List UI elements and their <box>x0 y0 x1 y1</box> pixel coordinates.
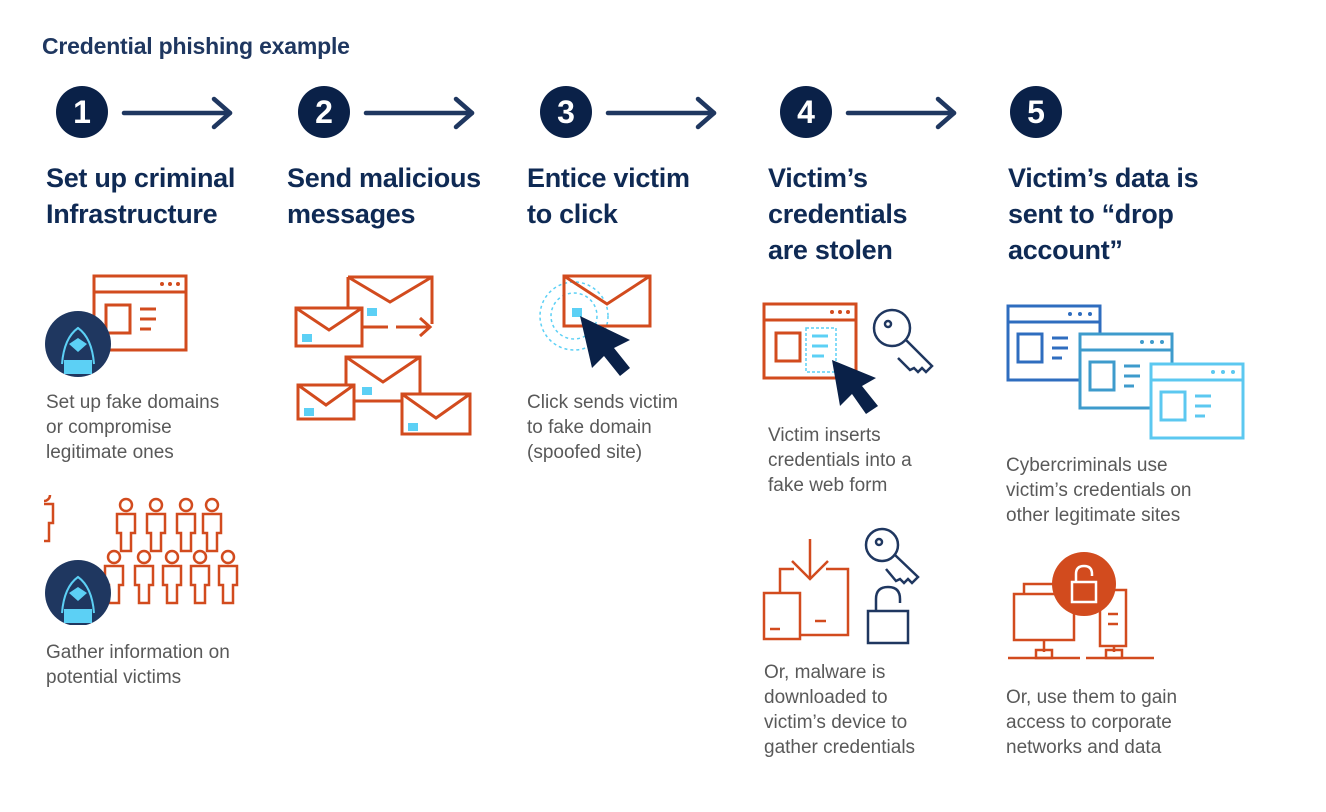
malicious-emails-icon <box>294 275 472 436</box>
step-number-badge: 4 <box>780 86 832 138</box>
arrow-right-icon <box>121 96 233 130</box>
step-heading: Entice victim to click <box>527 163 690 229</box>
email-click-cursor-icon <box>539 274 652 376</box>
multiple-websites-icon <box>1006 304 1245 440</box>
step-heading: Victim’s data is sent to “drop account” <box>1008 163 1199 265</box>
hacker-potential-victims-icon <box>44 495 239 625</box>
step-number-badge: 5 <box>1010 86 1062 138</box>
malware-download-key-lock-icon <box>762 527 920 645</box>
arrow-right-icon <box>363 96 475 130</box>
step-item-description: Cybercriminals use victim’s credentials o… <box>1006 455 1192 526</box>
step-number-badge: 2 <box>298 86 350 138</box>
step-item-description: Victim inserts credentials into a fake web… <box>768 425 912 496</box>
step-number-badge: 3 <box>540 86 592 138</box>
step-item-description: Gather information on potential victims <box>46 642 230 688</box>
hacker-fake-website-icon <box>45 274 188 377</box>
step-heading: Set up criminal Infrastructure <box>46 163 236 229</box>
arrow-right-icon <box>605 96 717 130</box>
step-heading: Victim’s credentials are stolen <box>768 163 908 265</box>
step-heading: Send malicious messages <box>287 163 481 229</box>
step-number-badge: 1 <box>56 86 108 138</box>
step-item-description: Or, malware is downloaded to victim’s devi… <box>764 662 916 758</box>
fake-web-form-key-icon <box>762 302 934 414</box>
step-item-description: Set up fake domains or compromise legitima… <box>46 392 220 463</box>
corporate-network-unlocked-icon <box>1008 552 1154 660</box>
step-item-description: Click sends victim to fake domain (spoofed… <box>527 392 678 463</box>
diagram-title: Credential phishing example <box>42 33 350 59</box>
arrow-right-icon <box>845 96 957 130</box>
step-item-description: Or, use them to gain access to corporate n… <box>1006 687 1178 758</box>
